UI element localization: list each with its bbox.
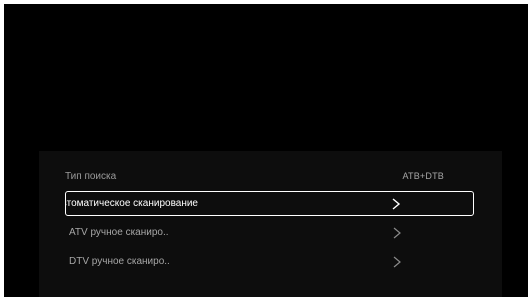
search-type-row[interactable]: Тип поиска ATB+DTB [65,167,444,185]
menu-item-dtv-manual-scan[interactable]: DTV ручное сканиро.. [65,249,474,274]
menu-item-label: Автоматическое сканирование [66,198,198,209]
chevron-right-icon [386,222,408,244]
chevron-right-icon [386,251,408,273]
search-type-value: ATB+DTB [402,171,444,181]
tv-screen: Тип поиска ATB+DTB Автоматическое сканир… [4,4,528,297]
search-menu-panel: Тип поиска ATB+DTB Автоматическое сканир… [39,151,502,297]
search-type-label: Тип поиска [65,170,117,182]
menu-item-atv-manual-scan[interactable]: ATV ручное сканиро.. [65,220,474,245]
menu-item-label: ATV ручное сканиро.. [69,227,169,238]
menu-item-auto-scan[interactable]: Автоматическое сканирование [65,191,474,216]
menu-item-label: DTV ручное сканиро.. [69,256,170,267]
chevron-right-icon [385,193,407,215]
